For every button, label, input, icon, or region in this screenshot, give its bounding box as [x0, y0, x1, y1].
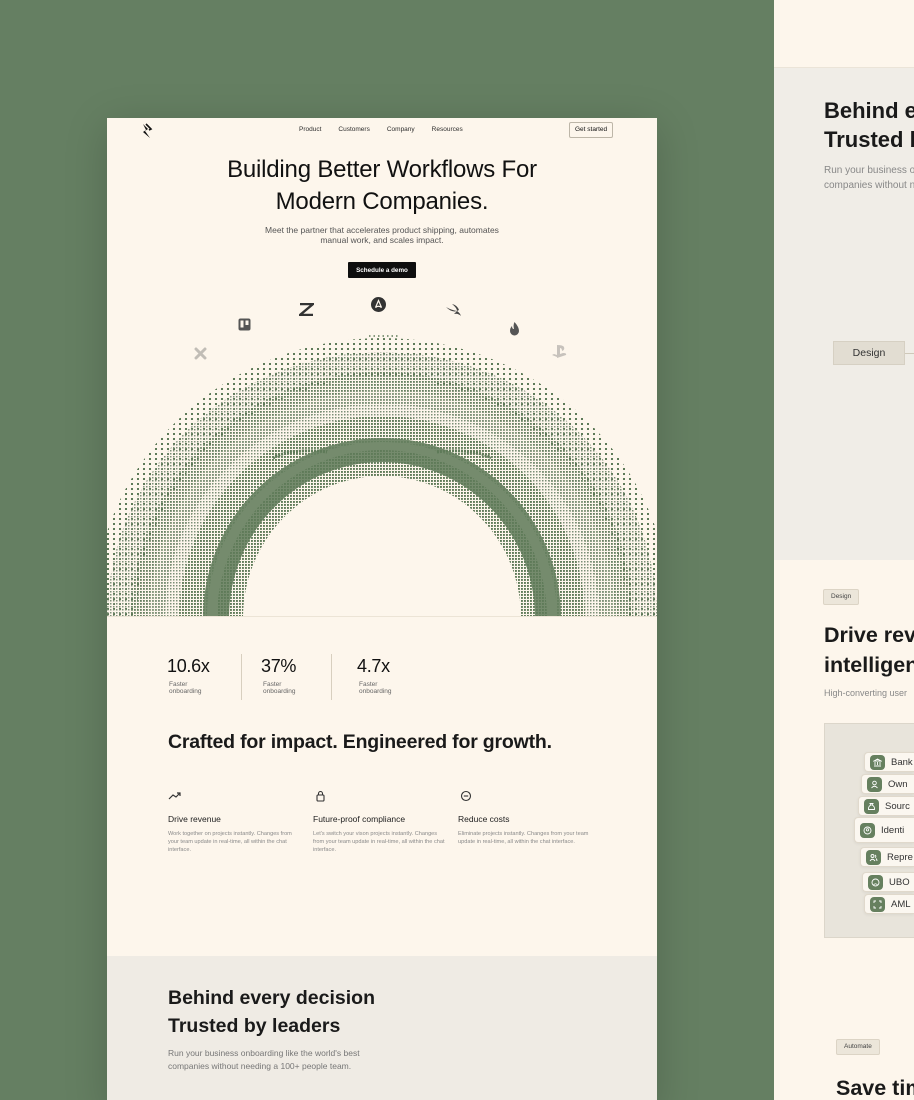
hero-title: Building Better Workflows For Modern Com…: [107, 154, 657, 218]
drive-revenue-heading: Drive reve intelligen: [824, 620, 914, 680]
hero-title-line1: Building Better Workflows For: [227, 156, 537, 183]
feature-title: Drive revenue: [168, 814, 221, 824]
secondary-behind-heading: Behind ev Trusted b: [824, 96, 914, 154]
verification-item-label: Bank: [891, 756, 913, 768]
feature-description: Work together on projects instantly. Cha…: [168, 831, 292, 853]
secondary-behind-line1: Behind ev: [824, 98, 914, 123]
zendesk-icon: [299, 303, 314, 316]
stat-item: 37% Faster onboarding: [261, 656, 296, 695]
feature-title: Reduce costs: [458, 814, 510, 824]
verification-item[interactable]: Own: [861, 774, 914, 794]
user-icon: [867, 776, 882, 792]
hero-subtitle-line2: manual work, and scales impact.: [320, 234, 444, 245]
airbnb-icon: [371, 297, 386, 312]
verification-item-label: Repre: [887, 851, 913, 863]
feature-title: Future-proof compliance: [313, 814, 406, 824]
automate-tag: Automate: [836, 1039, 880, 1055]
secondary-page-card: Behind ev Trusted b Run your business on…: [774, 0, 914, 1100]
hero-subtitle: Meet the partner that accelerates produc…: [247, 225, 517, 245]
top-nav: Product Customers Company Resources Get …: [107, 118, 657, 144]
design-tag: Design: [823, 589, 860, 605]
bank-icon: [870, 754, 885, 770]
shield-scan-icon: [870, 896, 885, 912]
behind-subtitle-line1: Run your business onboarding like the wo…: [168, 1048, 360, 1058]
schedule-demo-button[interactable]: Schedule a demo: [348, 262, 416, 278]
nav-link-resources[interactable]: Resources: [432, 126, 463, 133]
verification-item-label: Own: [888, 778, 908, 790]
landing-page-card: Product Customers Company Resources Get …: [107, 118, 657, 1100]
minus-circle-icon: [460, 790, 472, 802]
nav-link-product[interactable]: Product: [299, 126, 321, 133]
verification-item[interactable]: AML: [864, 894, 914, 914]
secondary-behind-line2: Trusted b: [824, 127, 914, 152]
identity-scan-icon: [860, 822, 875, 838]
stat-divider: [241, 654, 242, 700]
behind-heading-line1: Behind every decision: [168, 987, 375, 1009]
money-bag-icon: [864, 798, 879, 814]
behind-subtitle: Run your business onboarding like the wo…: [168, 1047, 398, 1073]
verification-item[interactable]: Repre: [860, 847, 914, 867]
stat-label: Faster onboarding: [263, 681, 296, 695]
nav-link-customers[interactable]: Customers: [338, 126, 369, 133]
secondary-behind-sub-line1: Run your business on: [824, 165, 914, 176]
behind-heading: Behind every decision Trusted by leaders: [168, 984, 468, 1040]
design-step-chip[interactable]: Design: [833, 341, 905, 365]
hero-title-line2: Modern Companies.: [275, 188, 489, 215]
users-icon: [866, 849, 881, 865]
step-connector-line: [905, 353, 914, 354]
brand-logo-icon[interactable]: [140, 123, 154, 139]
nav-links: Product Customers Company Resources: [299, 126, 480, 133]
stat-value: 37%: [261, 656, 297, 676]
halftone-arc-graphic: [107, 335, 657, 616]
stat-label: Faster onboarding: [169, 681, 202, 695]
behind-subtitle-line2: companies without needing a 100+ people …: [168, 1061, 352, 1071]
secondary-behind-subtitle: Run your business on companies without n…: [824, 164, 914, 193]
feature-card-compliance: Future-proof compliance Let's switch you…: [313, 790, 453, 854]
owner-badge-icon: [868, 874, 883, 890]
save-time-heading: Save tim: [836, 1076, 914, 1100]
get-started-button[interactable]: Get started: [569, 122, 614, 138]
nav-link-company[interactable]: Company: [387, 126, 415, 133]
section-divider: [107, 616, 657, 617]
drive-subtitle: High-converting user: [824, 688, 908, 698]
stat-item: 4.7x Faster onboarding: [357, 656, 392, 695]
verification-item[interactable]: Sourc: [858, 796, 914, 816]
drive-heading-line1: Drive reve: [824, 623, 914, 647]
trending-up-icon: [168, 792, 181, 800]
verification-item[interactable]: UBO: [862, 872, 914, 892]
feature-card-reduce-costs: Reduce costs Eliminate projects instantl…: [458, 790, 598, 847]
stat-label: Faster onboarding: [359, 681, 392, 695]
stat-divider: [331, 654, 332, 700]
secondary-behind-sub-line2: companies without ne: [824, 179, 914, 191]
drive-heading-line2: intelligen: [824, 653, 914, 677]
stat-value: 4.7x: [357, 656, 390, 676]
verification-item-label: UBO: [889, 876, 910, 888]
crafted-heading: Crafted for impact. Engineered for growt…: [168, 731, 552, 753]
hero-subtitle-line1: Meet the partner that accelerates produc…: [265, 225, 499, 235]
feature-description: Eliminate projects instantly. Changes fr…: [458, 831, 589, 845]
verification-item[interactable]: Identi: [854, 817, 914, 843]
secondary-header-strip: [774, 0, 914, 68]
verification-item-label: Sourc: [885, 800, 910, 812]
verification-item[interactable]: Bank: [864, 752, 914, 772]
stat-value: 10.6x: [167, 656, 210, 676]
stat-item: 10.6x Faster onboarding: [167, 656, 210, 695]
feature-card-drive-revenue: Drive revenue Work together on projects …: [168, 790, 308, 854]
verification-item-label: AML: [891, 898, 911, 910]
verification-item-label: Identi: [881, 824, 905, 836]
behind-heading-line2: Trusted by leaders: [168, 1015, 341, 1037]
swift-icon: [446, 304, 461, 316]
feature-description: Let's switch your vison projects instant…: [313, 831, 445, 853]
lock-icon: [316, 790, 325, 802]
